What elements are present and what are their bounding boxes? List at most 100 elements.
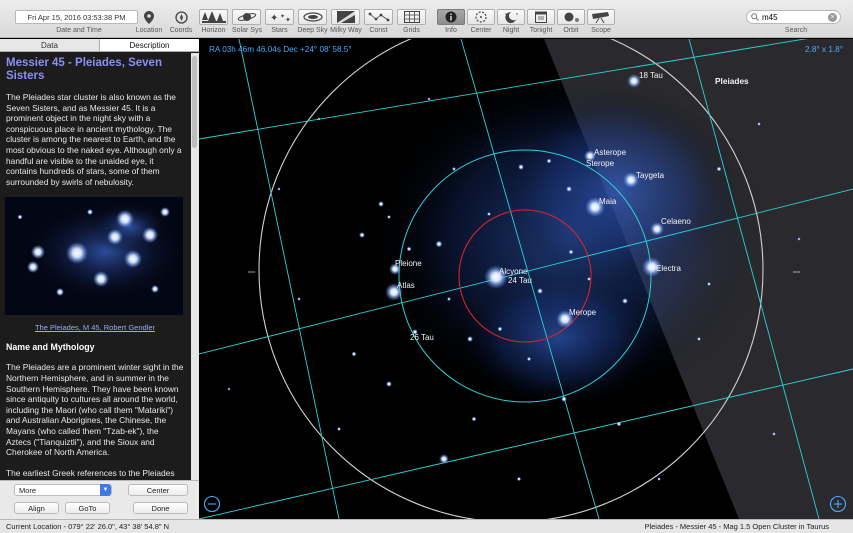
milky-way-caption: Milky Way (330, 27, 362, 34)
pleiades-photo (5, 197, 185, 316)
deep-sky-caption: Deep Sky (297, 27, 328, 34)
constellation-icon (368, 12, 389, 22)
sidebar-tabs: Data Description (0, 39, 199, 52)
info-sidebar: Data Description Messier 45 - Pleiades, … (0, 39, 199, 519)
planet-icon (237, 13, 256, 21)
horizon-caption: Horizon (201, 27, 226, 34)
description-paragraph: The Pleiades star cluster is also known … (6, 92, 182, 187)
svg-text:✦: ✦ (270, 13, 278, 23)
label-pleione: Pleione (395, 259, 422, 268)
info-icon (445, 11, 457, 23)
location-button[interactable] (140, 9, 158, 25)
goto-button[interactable]: GoTo (65, 502, 110, 514)
description-panel: Messier 45 - Pleiades, Seven Sisters The… (0, 53, 190, 480)
search-caption: Search (784, 27, 808, 34)
scope-caption: Scope (591, 27, 611, 34)
center-caption: Center (470, 27, 492, 34)
selected-object-summary: Pleiades - Messier 45 - Mag 1.5 Open Clu… (644, 522, 829, 531)
milkyway-icon (336, 11, 355, 23)
nebula-glow-core (499, 89, 739, 289)
clear-search-icon[interactable]: × (828, 13, 837, 22)
label-atlas: Atlas (397, 281, 415, 290)
telescope-icon (592, 12, 609, 23)
horizon-button[interactable] (199, 9, 228, 25)
location-caption: Location (135, 27, 163, 34)
tonight-button[interactable] (527, 9, 555, 25)
trees-icon (201, 11, 226, 23)
coords-caption: Coords (169, 27, 193, 34)
label-maia: Maia (599, 197, 617, 206)
section-heading: Name and Mythology (6, 342, 95, 353)
orbit-icon (564, 12, 579, 22)
milky-way-button[interactable] (331, 9, 360, 25)
grids-button[interactable] (397, 9, 426, 25)
night-caption: Night (502, 27, 520, 34)
label-pleiades: Pleiades (715, 76, 749, 86)
label-taygeta: Taygeta (636, 171, 665, 180)
done-button[interactable]: Done (133, 502, 188, 514)
center-button[interactable] (467, 9, 495, 25)
sidebar-controls: More ▼ Center Align GoTo Done (0, 480, 199, 519)
deep-sky-button[interactable] (298, 9, 327, 25)
tab-data[interactable]: Data (0, 39, 99, 51)
grids-caption: Grids (403, 27, 420, 34)
constellations-button[interactable] (364, 9, 393, 25)
coords-button[interactable] (172, 9, 190, 25)
center-object-button[interactable]: Center (128, 484, 188, 496)
field-of-view: 2.8° x 1.8° (805, 45, 843, 54)
label-celaeno: Celaeno (661, 217, 691, 226)
galaxy-icon (302, 12, 323, 22)
compass-icon (174, 10, 188, 24)
pin-icon (144, 10, 154, 24)
more-select-value: More (19, 486, 37, 495)
date-time-caption: Date and Time (56, 27, 102, 34)
nebula-glow-lower (459, 269, 659, 409)
label-24-tau: 24 Tau (508, 276, 532, 285)
label-26-tau: 26 Tau (410, 333, 434, 342)
svg-text:✦: ✦ (285, 16, 291, 23)
scrollbar-thumb[interactable] (192, 56, 197, 148)
orbit-caption: Orbit (563, 27, 579, 34)
status-bar: Current Location - 079° 22' 26.0", 43° 3… (0, 519, 853, 533)
sky-chart[interactable]: 18 Tau Pleiades Asterope Sterope Taygeta… (199, 39, 853, 519)
search-icon (751, 13, 759, 21)
search-box: × (746, 10, 841, 24)
history-paragraph: The earliest Greek references to the Ple… (6, 467, 175, 480)
current-location: Current Location - 079° 22' 26.0", 43° 3… (6, 522, 170, 531)
scope-button[interactable] (587, 9, 615, 25)
description-scrollbar[interactable] (191, 53, 199, 480)
info-caption: Info (445, 27, 457, 34)
stars-icon: ✦ ✦ ✦ (270, 13, 291, 23)
sky-canvas: 18 Tau Pleiades Asterope Sterope Taygeta… (199, 39, 853, 519)
calendar-icon (535, 11, 547, 23)
solar-system-button[interactable] (232, 9, 261, 25)
solar-system-caption: Solar Sys (232, 27, 262, 34)
date-time-field[interactable]: Fri Apr 15, 2016 03:53:38 PM (15, 10, 138, 24)
toolbar: Fri Apr 15, 2016 03:53:38 PM Date and Ti… (0, 0, 853, 38)
mythology-paragraph: The Pleiades are a prominent winter sigh… (6, 362, 184, 458)
label-alcyone: Alcyone (499, 267, 528, 276)
night-button[interactable] (497, 9, 525, 25)
photo-caption-link[interactable]: The Pleiades, M 45, Robert Gendler (6, 323, 184, 332)
tab-description[interactable]: Description (99, 39, 199, 51)
align-button[interactable]: Align (14, 502, 59, 514)
search-input[interactable] (762, 12, 822, 22)
orbit-button[interactable] (557, 9, 585, 25)
label-electra: Electra (656, 264, 681, 273)
label-18-tau: 18 Tau (639, 71, 663, 80)
tonight-caption: Tonight (529, 27, 553, 34)
label-merope: Merope (569, 308, 597, 317)
info-button[interactable] (437, 9, 465, 25)
stars-caption: Stars (271, 27, 288, 34)
label-sterope: Sterope (586, 159, 615, 168)
constellations-caption: Const (369, 27, 388, 34)
moon-icon (505, 11, 518, 23)
more-select[interactable]: More ▼ (14, 484, 112, 496)
object-title: Messier 45 - Pleiades, Seven Sisters (6, 57, 162, 82)
center-coordinates: RA 03h 46m 46.04s Dec +24° 08' 58.5° (209, 45, 352, 54)
label-asterope: Asterope (594, 148, 627, 157)
stars-button[interactable]: ✦ ✦ ✦ (265, 9, 294, 25)
grid-icon (403, 11, 420, 23)
chevron-down-icon: ▼ (100, 484, 111, 496)
crosshair-icon (475, 11, 487, 23)
